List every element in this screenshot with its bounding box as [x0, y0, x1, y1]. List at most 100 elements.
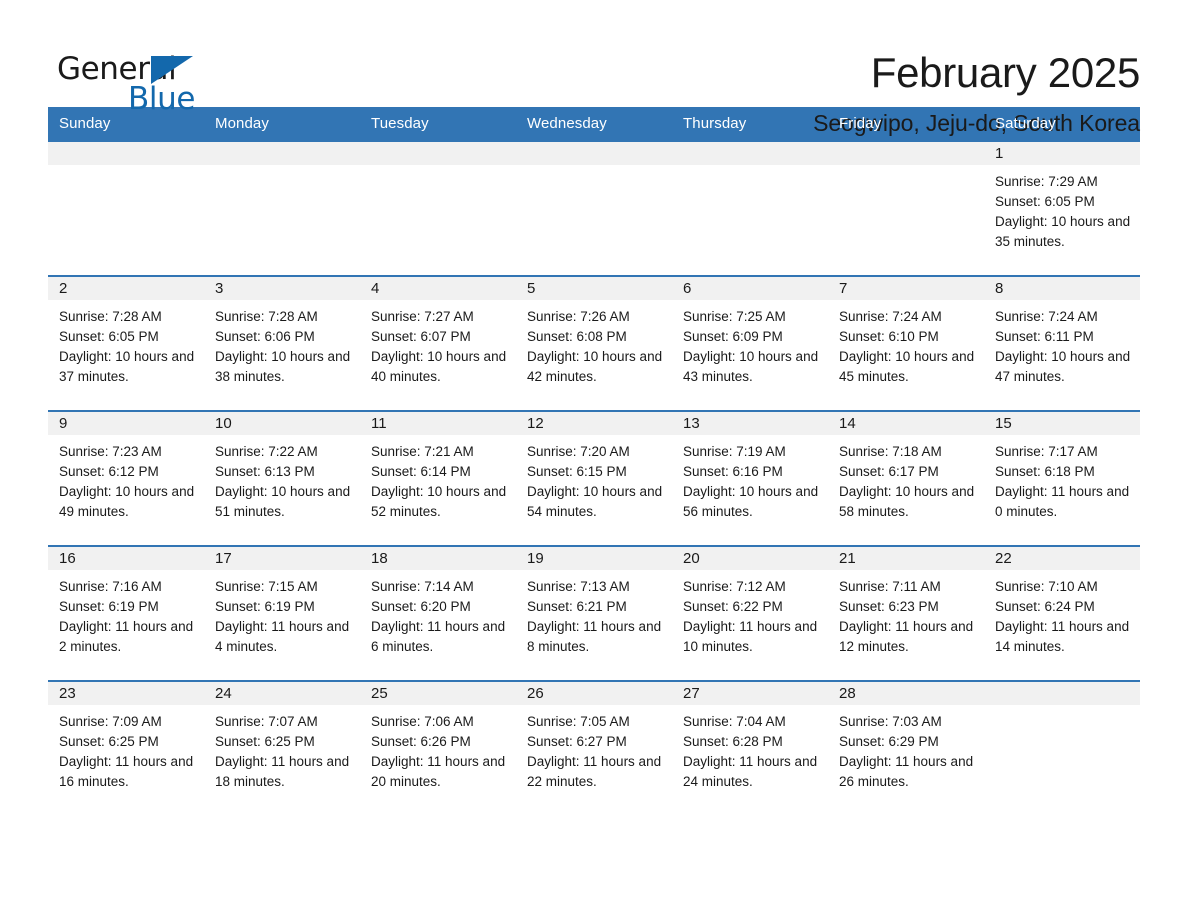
day-details: Sunrise: 7:29 AM Sunset: 6:05 PM Daylight:… [984, 165, 1140, 252]
day-details: Sunrise: 7:26 AM Sunset: 6:08 PM Daylight:… [516, 300, 672, 387]
daylight-text: Daylight: 10 hours and 56 minutes. [683, 484, 819, 519]
sunset-text: Sunset: 6:19 PM [59, 599, 159, 614]
calendar-day-cell[interactable]: 23 Sunrise: 7:09 AM Sunset: 6:25 PM Dayligh… [48, 680, 204, 815]
sunrise-text: Sunrise: 7:28 AM [59, 309, 162, 324]
daylight-text: Daylight: 10 hours and 54 minutes. [527, 484, 663, 519]
daylight-text: Daylight: 10 hours and 38 minutes. [215, 349, 351, 384]
day-details: Sunrise: 7:13 AM Sunset: 6:21 PM Daylight:… [516, 570, 672, 657]
sunrise-text: Sunrise: 7:04 AM [683, 714, 786, 729]
day-number: 5 [516, 277, 672, 300]
calendar-day-cell[interactable]: 6 Sunrise: 7:25 AM Sunset: 6:09 PM Daylight… [672, 275, 828, 411]
calendar-day-cell[interactable]: 28 Sunrise: 7:03 AM Sunset: 6:29 PM Dayligh… [828, 680, 984, 815]
day-number: 10 [204, 412, 360, 435]
daylight-text: Daylight: 10 hours and 52 minutes. [371, 484, 507, 519]
sunrise-text: Sunrise: 7:12 AM [683, 579, 786, 594]
sunset-text: Sunset: 6:10 PM [839, 329, 939, 344]
calendar-empty-cell [672, 140, 828, 276]
calendar-day-cell[interactable]: 20 Sunrise: 7:12 AM Sunset: 6:22 PM Dayligh… [672, 545, 828, 681]
calendar-empty-cell [204, 140, 360, 276]
daylight-text: Daylight: 10 hours and 43 minutes. [683, 349, 819, 384]
day-details: Sunrise: 7:03 AM Sunset: 6:29 PM Daylight:… [828, 705, 984, 792]
daylight-text: Daylight: 11 hours and 26 minutes. [839, 754, 974, 789]
calendar-day-cell[interactable]: 2 Sunrise: 7:28 AM Sunset: 6:05 PM Daylight… [48, 275, 204, 411]
calendar-day-cell[interactable]: 17 Sunrise: 7:15 AM Sunset: 6:19 PM Dayligh… [204, 545, 360, 681]
daylight-text: Daylight: 11 hours and 24 minutes. [683, 754, 818, 789]
daylight-text: Daylight: 10 hours and 42 minutes. [527, 349, 663, 384]
day-details: Sunrise: 7:28 AM Sunset: 6:05 PM Daylight:… [48, 300, 204, 387]
calendar-day-cell[interactable]: 13 Sunrise: 7:19 AM Sunset: 6:16 PM Dayligh… [672, 410, 828, 546]
day-number: 24 [204, 682, 360, 705]
day-details: Sunrise: 7:16 AM Sunset: 6:19 PM Daylight:… [48, 570, 204, 657]
calendar-table: Sunday Monday Tuesday Wednesday Thursday… [48, 107, 1140, 815]
page-header: General Blue February 2025 Seogwipo, Jej… [48, 0, 1140, 136]
day-number: 25 [360, 682, 516, 705]
day-number: 2 [48, 277, 204, 300]
calendar-day-cell[interactable]: 19 Sunrise: 7:13 AM Sunset: 6:21 PM Dayligh… [516, 545, 672, 681]
sunset-text: Sunset: 6:24 PM [995, 599, 1095, 614]
calendar-day-cell[interactable]: 5 Sunrise: 7:26 AM Sunset: 6:08 PM Daylight… [516, 275, 672, 411]
calendar-day-cell[interactable]: 10 Sunrise: 7:22 AM Sunset: 6:13 PM Dayligh… [204, 410, 360, 546]
day-number: 1 [984, 142, 1140, 165]
day-number: 8 [984, 277, 1140, 300]
generalblue-logo[interactable]: General Blue [48, 46, 208, 122]
calendar-empty-cell [360, 140, 516, 276]
calendar-week-row: 23 Sunrise: 7:09 AM Sunset: 6:25 PM Dayligh… [48, 680, 1140, 815]
sunrise-text: Sunrise: 7:29 AM [995, 174, 1098, 189]
calendar-day-cell[interactable]: 22 Sunrise: 7:10 AM Sunset: 6:24 PM Dayligh… [984, 545, 1140, 681]
daylight-text: Daylight: 10 hours and 45 minutes. [839, 349, 975, 384]
calendar-day-cell[interactable]: 7 Sunrise: 7:24 AM Sunset: 6:10 PM Daylight… [828, 275, 984, 411]
calendar-day-cell[interactable]: 18 Sunrise: 7:14 AM Sunset: 6:20 PM Dayligh… [360, 545, 516, 681]
day-number: 19 [516, 547, 672, 570]
calendar-day-cell[interactable]: 14 Sunrise: 7:18 AM Sunset: 6:17 PM Dayligh… [828, 410, 984, 546]
calendar-day-cell[interactable]: 4 Sunrise: 7:27 AM Sunset: 6:07 PM Daylight… [360, 275, 516, 411]
day-number: 7 [828, 277, 984, 300]
sunset-text: Sunset: 6:20 PM [371, 599, 471, 614]
calendar-day-cell[interactable]: 11 Sunrise: 7:21 AM Sunset: 6:14 PM Dayligh… [360, 410, 516, 546]
calendar-day-cell[interactable]: 9 Sunrise: 7:23 AM Sunset: 6:12 PM Daylight… [48, 410, 204, 546]
day-details: Sunrise: 7:23 AM Sunset: 6:12 PM Daylight:… [48, 435, 204, 522]
sunrise-text: Sunrise: 7:26 AM [527, 309, 630, 324]
sunrise-text: Sunrise: 7:20 AM [527, 444, 630, 459]
day-number: 23 [48, 682, 204, 705]
calendar-day-cell[interactable]: 24 Sunrise: 7:07 AM Sunset: 6:25 PM Dayligh… [204, 680, 360, 815]
day-number: 21 [828, 547, 984, 570]
day-details: Sunrise: 7:04 AM Sunset: 6:28 PM Daylight:… [672, 705, 828, 792]
calendar-day-cell[interactable]: 21 Sunrise: 7:11 AM Sunset: 6:23 PM Dayligh… [828, 545, 984, 681]
day-details: Sunrise: 7:21 AM Sunset: 6:14 PM Daylight:… [360, 435, 516, 522]
daylight-text: Daylight: 11 hours and 0 minutes. [995, 484, 1130, 519]
daylight-text: Daylight: 10 hours and 47 minutes. [995, 349, 1131, 384]
sunrise-text: Sunrise: 7:18 AM [839, 444, 942, 459]
sunset-text: Sunset: 6:16 PM [683, 464, 783, 479]
sunrise-text: Sunrise: 7:21 AM [371, 444, 474, 459]
daylight-text: Daylight: 10 hours and 49 minutes. [59, 484, 195, 519]
daylight-text: Daylight: 10 hours and 58 minutes. [839, 484, 975, 519]
day-details: Sunrise: 7:14 AM Sunset: 6:20 PM Daylight:… [360, 570, 516, 657]
day-number: 13 [672, 412, 828, 435]
day-number: 16 [48, 547, 204, 570]
daylight-text: Daylight: 10 hours and 37 minutes. [59, 349, 195, 384]
sunset-text: Sunset: 6:27 PM [527, 734, 627, 749]
day-number: 22 [984, 547, 1140, 570]
sunset-text: Sunset: 6:28 PM [683, 734, 783, 749]
calendar-day-cell[interactable]: 25 Sunrise: 7:06 AM Sunset: 6:26 PM Dayligh… [360, 680, 516, 815]
calendar-day-cell[interactable]: 15 Sunrise: 7:17 AM Sunset: 6:18 PM Dayligh… [984, 410, 1140, 546]
calendar-day-cell[interactable]: 26 Sunrise: 7:05 AM Sunset: 6:27 PM Dayligh… [516, 680, 672, 815]
calendar-day-cell[interactable]: 3 Sunrise: 7:28 AM Sunset: 6:06 PM Daylight… [204, 275, 360, 411]
day-number [828, 142, 984, 165]
calendar-body: 1 Sunrise: 7:29 AM Sunset: 6:05 PM Daylight… [48, 140, 1140, 815]
sunset-text: Sunset: 6:05 PM [995, 194, 1095, 209]
daylight-text: Daylight: 10 hours and 51 minutes. [215, 484, 351, 519]
daylight-text: Daylight: 11 hours and 12 minutes. [839, 619, 974, 654]
calendar-day-cell[interactable]: 8 Sunrise: 7:24 AM Sunset: 6:11 PM Daylight… [984, 275, 1140, 411]
day-details: Sunrise: 7:27 AM Sunset: 6:07 PM Daylight:… [360, 300, 516, 387]
calendar-day-cell[interactable]: 27 Sunrise: 7:04 AM Sunset: 6:28 PM Dayligh… [672, 680, 828, 815]
sunset-text: Sunset: 6:22 PM [683, 599, 783, 614]
calendar-day-cell[interactable]: 16 Sunrise: 7:16 AM Sunset: 6:19 PM Dayligh… [48, 545, 204, 681]
daylight-text: Daylight: 10 hours and 40 minutes. [371, 349, 507, 384]
day-number: 14 [828, 412, 984, 435]
calendar-empty-cell [48, 140, 204, 276]
sunrise-text: Sunrise: 7:27 AM [371, 309, 474, 324]
sunset-text: Sunset: 6:19 PM [215, 599, 315, 614]
calendar-day-cell[interactable]: 1 Sunrise: 7:29 AM Sunset: 6:05 PM Daylight… [984, 140, 1140, 276]
calendar-day-cell[interactable]: 12 Sunrise: 7:20 AM Sunset: 6:15 PM Dayligh… [516, 410, 672, 546]
